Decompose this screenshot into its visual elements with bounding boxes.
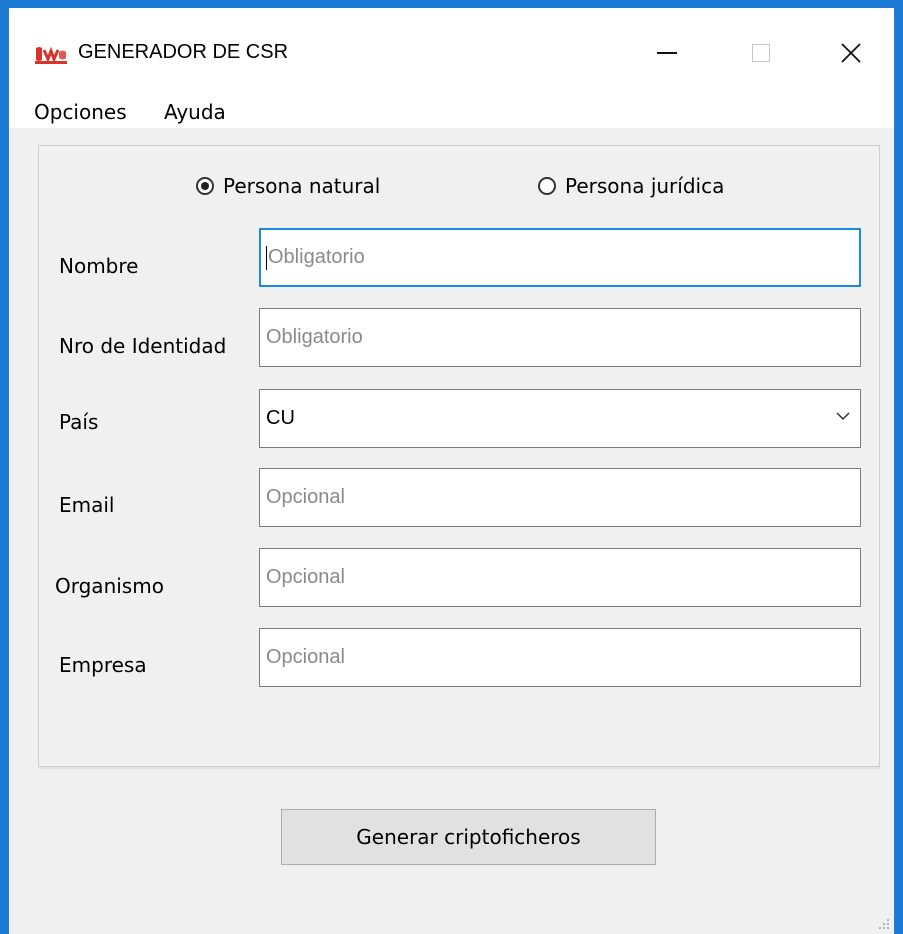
generate-button[interactable]: Generar criptoficheros — [281, 809, 656, 865]
label-nombre: Nombre — [59, 254, 139, 278]
minimize-icon — [657, 52, 677, 54]
pais-select[interactable]: CU — [259, 389, 861, 448]
organismo-input[interactable]: Opcional — [259, 548, 861, 607]
label-organismo: Organismo — [55, 574, 164, 598]
label-pais: País — [59, 410, 99, 434]
radio-label-natural: Persona natural — [223, 174, 381, 198]
menu-opciones[interactable]: Opciones — [34, 100, 127, 124]
chevron-down-icon — [836, 412, 850, 421]
app-logo-icon — [35, 46, 67, 64]
empresa-input[interactable]: Opcional — [259, 628, 861, 687]
maximize-button[interactable] — [731, 28, 791, 78]
label-identidad: Nro de Identidad — [59, 334, 227, 358]
app-window: GENERADOR DE CSR Opciones Ayuda Persona … — [8, 8, 895, 934]
minimize-button[interactable] — [637, 28, 697, 78]
text-caret — [266, 245, 267, 270]
radio-persona-juridica[interactable]: Persona jurídica — [538, 174, 724, 198]
close-icon — [841, 43, 861, 63]
radio-label-juridica: Persona jurídica — [565, 174, 725, 198]
radio-persona-natural[interactable]: Persona natural — [196, 174, 380, 198]
menu-bar: Opciones Ayuda — [9, 96, 894, 128]
nombre-placeholder: Obligatorio — [268, 246, 365, 268]
email-placeholder: Opcional — [266, 486, 345, 508]
label-email: Email — [59, 493, 115, 517]
title-bar[interactable]: GENERADOR DE CSR — [9, 8, 894, 96]
radio-unchecked-icon — [538, 177, 556, 195]
pais-selected-value: CU — [266, 407, 295, 429]
organismo-placeholder: Opcional — [266, 566, 345, 588]
identidad-placeholder: Obligatorio — [266, 326, 363, 348]
menu-ayuda[interactable]: Ayuda — [164, 100, 226, 124]
identidad-input[interactable]: Obligatorio — [259, 308, 861, 367]
label-empresa: Empresa — [59, 653, 147, 677]
maximize-icon — [752, 44, 770, 62]
window-title: GENERADOR DE CSR — [78, 41, 289, 63]
close-button[interactable] — [821, 28, 881, 78]
radio-checked-icon — [196, 177, 214, 195]
resize-grip-icon[interactable] — [878, 918, 890, 930]
form-panel: Persona natural Persona jurídica Nombre … — [38, 145, 880, 769]
empresa-placeholder: Opcional — [266, 646, 345, 668]
nombre-input[interactable]: Obligatorio — [259, 228, 861, 287]
email-input[interactable]: Opcional — [259, 468, 861, 527]
